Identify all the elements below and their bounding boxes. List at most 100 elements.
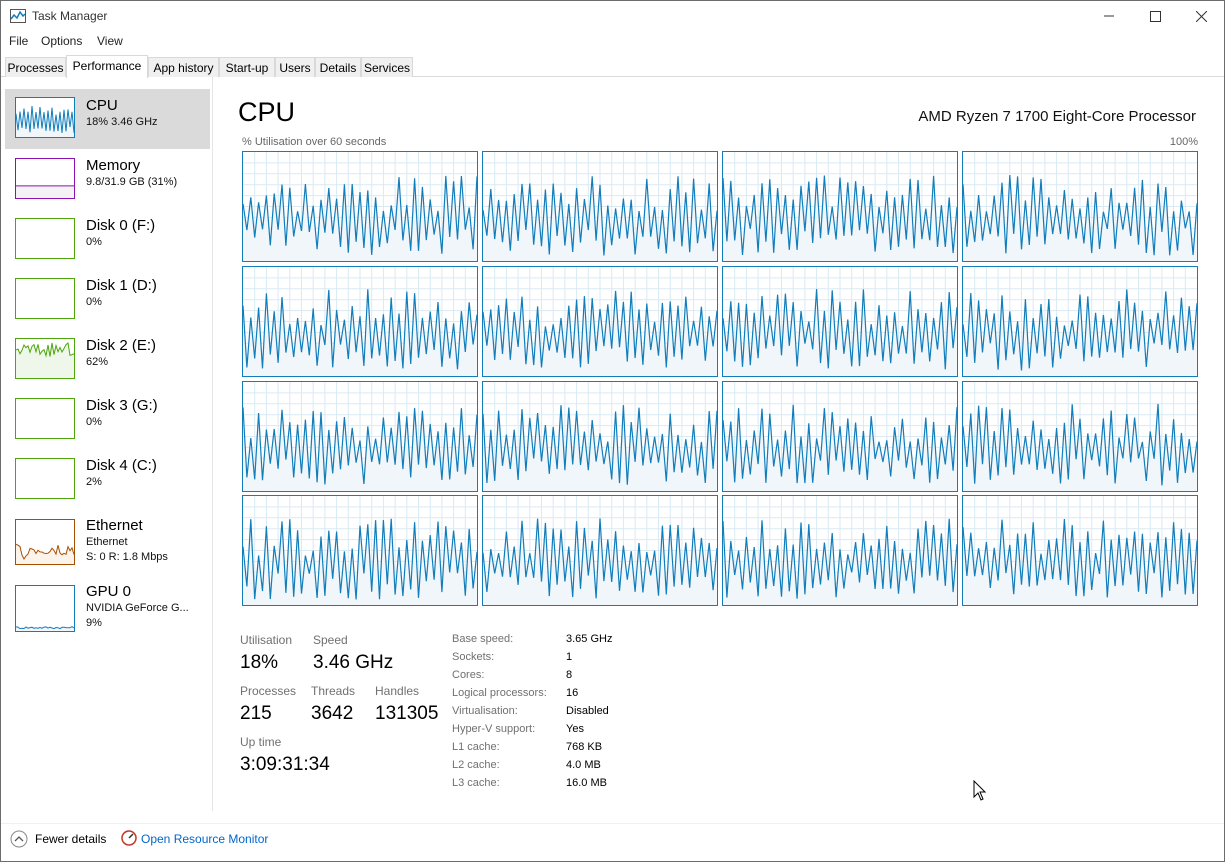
logical-processor-graph xyxy=(722,495,958,606)
processor-utilisation-chart xyxy=(483,382,717,491)
sidebar-item-disk-0[interactable]: Disk 0 (F:) 0% xyxy=(5,209,210,269)
threads-value: 3642 xyxy=(311,703,354,724)
virtualisation-label: Virtualisation: xyxy=(452,705,518,717)
memory-mini-graph xyxy=(15,158,75,199)
tab-app-history[interactable]: App history xyxy=(148,57,219,77)
processor-utilisation-chart xyxy=(963,267,1197,376)
minimize-button[interactable] xyxy=(1086,1,1132,31)
sidebar-item-disk-1[interactable]: Disk 1 (D:) 0% xyxy=(5,269,210,329)
hyper-v-label: Hyper-V support: xyxy=(452,723,536,735)
sidebar-item-value: 0% xyxy=(86,416,102,428)
logical-processor-graph xyxy=(722,381,958,492)
disk-mini-graph xyxy=(15,398,75,439)
l3-cache-value: 16.0 MB xyxy=(566,777,607,789)
sidebar-item-cpu[interactable]: CPU 18% 3.46 GHz xyxy=(5,89,210,149)
window-title: Task Manager xyxy=(32,9,108,23)
threads-label: Threads xyxy=(311,684,356,698)
sidebar-item-disk-2[interactable]: Disk 2 (E:) 62% xyxy=(5,329,210,389)
logical-processors-value: 16 xyxy=(566,687,579,699)
sidebar-item-value: 18% 3.46 GHz xyxy=(86,116,158,128)
processor-utilisation-chart xyxy=(723,496,957,605)
tab-details[interactable]: Details xyxy=(315,57,361,77)
logical-processor-graph xyxy=(962,151,1198,262)
sidebar-item-label: Disk 0 (F:) xyxy=(86,217,156,234)
sidebar-item-value: 2% xyxy=(86,476,102,488)
logical-processor-graph xyxy=(242,151,478,262)
logical-processor-graph xyxy=(482,381,718,492)
mini-graph-frame xyxy=(15,398,75,439)
maximize-button[interactable] xyxy=(1132,1,1178,31)
sidebar-item-label: Disk 3 (G:) xyxy=(86,397,158,414)
menu-view[interactable]: View xyxy=(97,34,123,48)
processor-utilisation-chart xyxy=(963,152,1197,261)
sidebar-item-ethernet[interactable]: Ethernet Ethernet S: 0 R: 1.8 Mbps xyxy=(5,509,210,575)
processor-utilisation-chart xyxy=(483,267,717,376)
logical-processor-graph xyxy=(242,495,478,606)
l1-cache-label: L1 cache: xyxy=(452,741,500,753)
tab-processes[interactable]: Processes xyxy=(5,57,66,77)
hyper-v-value: Yes xyxy=(566,723,584,735)
sockets-value: 1 xyxy=(566,651,573,663)
sidebar-item-value: 9.8/31.9 GB (31%) xyxy=(86,176,178,188)
page-title: CPU xyxy=(238,97,296,127)
handles-label: Handles xyxy=(375,684,420,698)
processor-utilisation-chart xyxy=(243,267,477,376)
ethernet-mini-graph xyxy=(15,519,75,565)
logical-processor-graph xyxy=(962,266,1198,377)
processes-value: 215 xyxy=(240,703,272,724)
close-button[interactable] xyxy=(1178,1,1224,31)
processor-utilisation-chart xyxy=(243,152,477,261)
logical-processor-graph xyxy=(242,381,478,492)
cpu-mini-graph xyxy=(15,97,75,138)
logical-processor-graph xyxy=(962,381,1198,492)
disk-mini-graph xyxy=(15,278,75,319)
disk-mini-graph xyxy=(15,458,75,499)
sidebar-item-disk-3[interactable]: Disk 3 (G:) 0% xyxy=(5,389,210,449)
sidebar-item-value: 62% xyxy=(86,356,109,368)
tab-services[interactable]: Services xyxy=(361,57,413,77)
mini-graph-area xyxy=(16,185,74,198)
processor-utilisation-chart xyxy=(483,152,717,261)
gpu-mini-graph xyxy=(15,585,75,632)
sidebar-item-label: Disk 4 (C:) xyxy=(86,457,157,474)
tab-start-up[interactable]: Start-up xyxy=(219,57,275,77)
task-manager-icon xyxy=(10,9,26,23)
sidebar-item-adapter: NVIDIA GeForce G... xyxy=(86,602,189,614)
processor-utilisation-chart xyxy=(723,267,957,376)
logical-processor-graph xyxy=(482,495,718,606)
sidebar-item-label: Memory xyxy=(86,157,141,174)
logical-processor-graph xyxy=(962,495,1198,606)
sidebar-item-memory[interactable]: Memory 9.8/31.9 GB (31%) xyxy=(5,149,210,209)
maximize-icon xyxy=(1149,10,1161,22)
mouse-cursor-icon xyxy=(973,780,987,801)
minimize-icon xyxy=(1104,15,1114,17)
processor-utilisation-chart xyxy=(483,496,717,605)
sidebar-item-label: GPU 0 xyxy=(86,583,132,600)
resource-monitor-icon xyxy=(121,830,137,846)
tab-users[interactable]: Users xyxy=(275,57,315,77)
sidebar-item-gpu-0[interactable]: GPU 0 NVIDIA GeForce G... 9% xyxy=(5,579,210,639)
l2-cache-label: L2 cache: xyxy=(452,759,500,771)
open-resource-monitor-link[interactable]: Open Resource Monitor xyxy=(141,832,268,846)
menu-file[interactable]: File xyxy=(9,34,28,48)
fewer-details-button[interactable]: Fewer details xyxy=(35,832,106,846)
chevron-up-circle-icon[interactable] xyxy=(10,830,28,848)
sidebar-item-value: 0% xyxy=(86,296,102,308)
menu-options[interactable]: Options xyxy=(41,34,82,48)
sidebar-item-value: 9% xyxy=(86,617,102,629)
tab-performance[interactable]: Performance xyxy=(66,55,148,78)
uptime-value: 3:09:31:34 xyxy=(240,754,330,775)
logical-processor-graph xyxy=(242,266,478,377)
sidebar-item-label: Disk 2 (E:) xyxy=(86,337,157,354)
cores-label: Cores: xyxy=(452,669,485,681)
resource-sidebar: CPU 18% 3.46 GHz Memory 9.8/31.9 GB (31%… xyxy=(1,77,213,811)
cores-value: 8 xyxy=(566,669,573,681)
processor-utilisation-chart xyxy=(723,382,957,491)
utilisation-value: 18% xyxy=(240,652,279,673)
processor-utilisation-chart xyxy=(963,496,1197,605)
mini-graph-frame xyxy=(15,585,75,632)
mini-graph-frame xyxy=(15,218,75,259)
disk-mini-graph xyxy=(15,218,75,259)
base-speed-label: Base speed: xyxy=(452,633,514,645)
sidebar-item-disk-4[interactable]: Disk 4 (C:) 2% xyxy=(5,449,210,509)
